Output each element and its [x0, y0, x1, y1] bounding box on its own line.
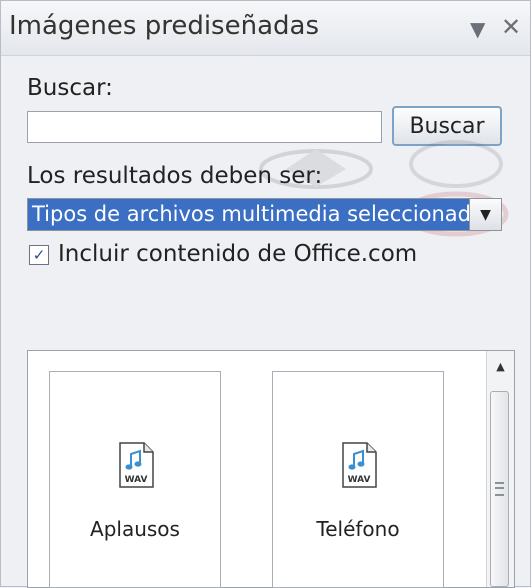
include-office-checkbox[interactable]: ✓ — [29, 245, 49, 265]
wav-file-icon: WAV — [342, 442, 377, 488]
results-filter-label: Los resultados deben ser: — [27, 163, 323, 189]
wav-badge: WAV — [125, 475, 148, 485]
wav-badge: WAV — [348, 475, 371, 485]
results-gallery: WAV Aplausos WAV Teléfono ▲ — [27, 350, 515, 588]
wav-file-icon: WAV — [119, 442, 154, 488]
results-scrollbar[interactable]: ▲ — [486, 351, 514, 587]
scroll-up-icon[interactable]: ▲ — [487, 351, 514, 381]
include-office-label[interactable]: Incluir contenido de Office.com — [58, 241, 417, 267]
tile-label: Aplausos — [90, 517, 180, 541]
pane-title-bar: Imágenes prediseñadas ▼ ✕ — [1, 1, 530, 56]
pane-title: Imágenes prediseñadas — [9, 11, 319, 41]
triangle-down-icon[interactable]: ▼ — [470, 17, 485, 41]
media-type-select[interactable]: Tipos de archivos multimedia seleccionad… — [27, 198, 502, 231]
tile-label: Teléfono — [316, 517, 400, 541]
chevron-down-icon[interactable]: ▼ — [469, 199, 501, 230]
scroll-thumb[interactable] — [490, 391, 509, 587]
grip-icon — [495, 482, 504, 496]
result-tile[interactable]: WAV Aplausos — [49, 371, 221, 588]
close-icon[interactable]: ✕ — [501, 13, 521, 41]
clip-art-pane: Imágenes prediseñadas ▼ ✕ Buscar: Buscar… — [0, 0, 531, 588]
checkmark-icon: ✓ — [32, 246, 46, 264]
media-type-selected-value[interactable]: Tipos de archivos multimedia seleccionad… — [28, 199, 470, 230]
result-tile[interactable]: WAV Teléfono — [272, 371, 444, 588]
search-label: Buscar: — [27, 75, 113, 101]
